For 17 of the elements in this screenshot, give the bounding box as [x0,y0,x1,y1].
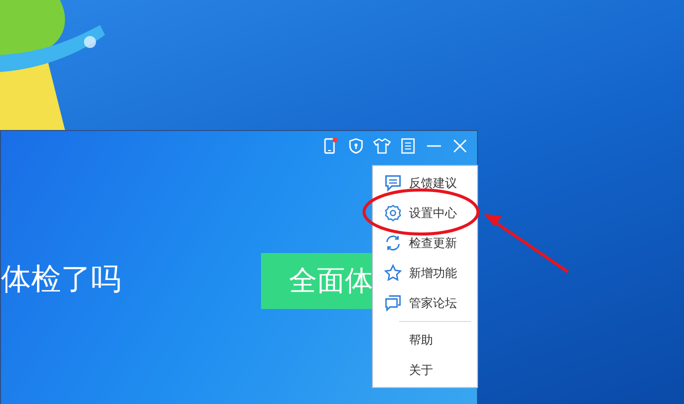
refresh-icon [384,234,402,252]
chat-bubbles-icon [384,294,402,312]
message-icon [384,174,402,192]
menu-item[interactable]: 帮助 [373,325,477,355]
shield-icon[interactable] [347,137,365,155]
menu-item[interactable]: 管家论坛 [373,288,477,318]
menu-item[interactable]: 设置中心 [373,198,477,228]
menu-item[interactable]: 新增功能 [373,258,477,288]
menu-item[interactable]: 反馈建议 [373,168,477,198]
settings-icon [384,204,402,222]
close-icon[interactable] [451,137,469,155]
star-icon [384,264,402,282]
menu-icon[interactable] [399,137,417,155]
menu-item[interactable]: 检查更新 [373,228,477,258]
headline-text: 体检了吗 [1,261,121,299]
shirt-icon[interactable] [373,137,391,155]
menu-item[interactable]: 关于 [373,355,477,385]
